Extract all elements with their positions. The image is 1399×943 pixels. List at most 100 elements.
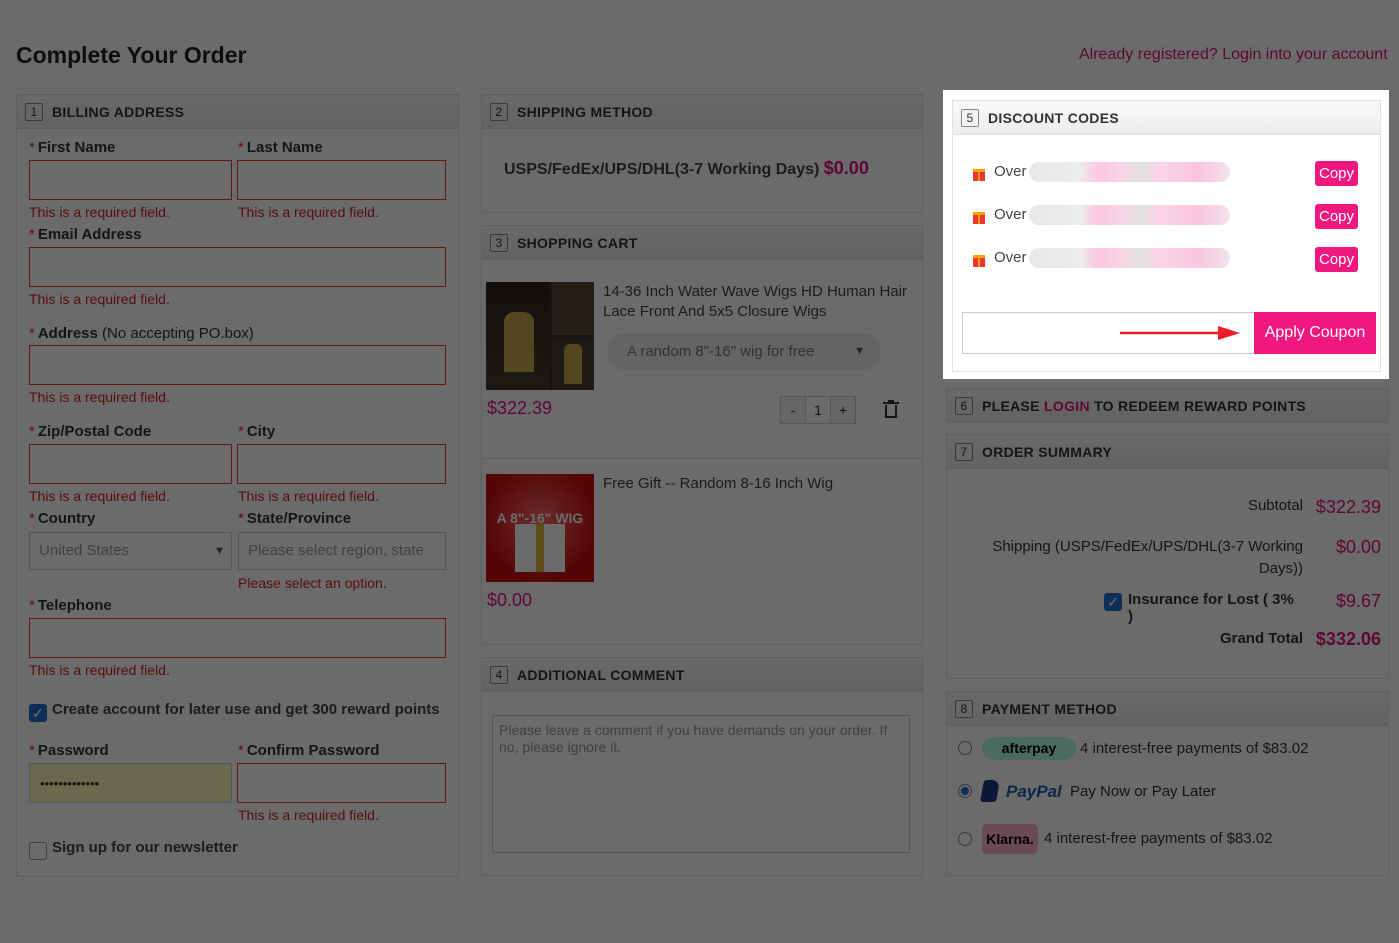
reward-section: 6 PLEASE LOGIN TO REDEEM REWARD POINTS bbox=[946, 388, 1389, 423]
newsletter-checkbox[interactable] bbox=[29, 842, 47, 860]
paypal-text: Pay Now or Pay Later bbox=[1070, 783, 1216, 800]
comment-header: 4 ADDITIONAL COMMENT bbox=[482, 658, 922, 692]
city-label: * City bbox=[238, 423, 276, 440]
last-name-input[interactable] bbox=[237, 160, 446, 200]
telephone-error: This is a required field. bbox=[29, 662, 170, 678]
create-account-label: Create account for later use and get 300… bbox=[52, 701, 440, 718]
gift-image-text: A 8"-16" WIG bbox=[496, 510, 584, 526]
divider bbox=[483, 458, 921, 459]
subtotal-label: Subtotal bbox=[1247, 497, 1303, 514]
coupon-code-redacted bbox=[1029, 162, 1230, 182]
gift-price: $0.00 bbox=[487, 590, 533, 610]
insurance-label: Insurance for Lost ( 3% ) bbox=[1128, 591, 1294, 625]
shipping-label: Shipping (USPS/FedEx/UPS/DHL(3-7 Working… bbox=[992, 538, 1303, 577]
cart-header: 3 SHOPPING CART bbox=[482, 226, 922, 260]
coupon-label: Over bbox=[994, 206, 1027, 223]
apply-coupon-button[interactable]: Apply Coupon bbox=[1254, 312, 1376, 354]
country-label: * Country bbox=[29, 510, 96, 527]
insurance-checkbox[interactable]: ✓ bbox=[1104, 593, 1122, 611]
grand-total-label: Grand Total bbox=[1219, 630, 1303, 647]
product-price: $322.39 bbox=[487, 398, 553, 418]
email-error: This is a required field. bbox=[29, 291, 170, 307]
state-select[interactable]: Please select region, state bbox=[238, 532, 446, 570]
qty-plus-button[interactable]: + bbox=[830, 396, 856, 424]
coupon-code-redacted bbox=[1029, 205, 1230, 225]
newsletter-label: Sign up for our newsletter bbox=[52, 839, 238, 856]
klarna-radio[interactable] bbox=[958, 832, 972, 846]
product-image[interactable] bbox=[486, 282, 594, 390]
qty-minus-button[interactable]: - bbox=[780, 396, 806, 424]
shipping-method-option[interactable]: USPS/FedEx/UPS/DHL(3-7 Working Days) $0.… bbox=[504, 158, 869, 179]
chevron-down-icon: ▼ bbox=[854, 345, 865, 357]
shipping-header: 2 SHIPPING METHOD bbox=[482, 95, 922, 129]
first-name-error: This is a required field. bbox=[29, 204, 170, 220]
discount-highlight: 5 DISCOUNT CODES Over Copy Over Copy Ove… bbox=[943, 90, 1389, 379]
city-input[interactable] bbox=[237, 444, 446, 484]
payment-header: 8 PAYMENT METHOD bbox=[947, 692, 1388, 726]
coupon-label: Over bbox=[994, 163, 1027, 180]
zip-input[interactable] bbox=[29, 444, 232, 484]
grand-total-value: $332.06 bbox=[1315, 629, 1381, 649]
last-name-label: * Last Name bbox=[238, 139, 323, 156]
coupon-code-redacted bbox=[1029, 248, 1230, 268]
summary-header: 7 ORDER SUMMARY bbox=[947, 435, 1388, 469]
country-select[interactable]: United States ▼ bbox=[29, 532, 232, 570]
create-account-checkbox[interactable]: ✓ bbox=[29, 704, 47, 722]
email-label: * Email Address bbox=[29, 226, 142, 243]
afterpay-text: 4 interest-free payments of $83.02 bbox=[1080, 740, 1309, 757]
chevron-down-icon: ▼ bbox=[214, 545, 225, 557]
comment-textarea[interactable]: Please leave a comment if you have deman… bbox=[492, 715, 910, 853]
qty-input[interactable]: 1 bbox=[805, 396, 831, 424]
zip-label: * Zip/Postal Code bbox=[29, 423, 152, 440]
gift-icon bbox=[973, 169, 985, 181]
confirm-password-error: This is a required field. bbox=[238, 807, 379, 823]
afterpay-radio[interactable] bbox=[958, 741, 972, 755]
coupon-label: Over bbox=[994, 249, 1027, 266]
red-arrow-icon bbox=[1120, 326, 1240, 340]
shipping-value: $0.00 bbox=[1335, 537, 1381, 557]
gift-image[interactable]: A 8"-16" WIG bbox=[486, 474, 594, 582]
address-label: * Address (No accepting PO.box) bbox=[29, 325, 254, 342]
shipping-section: 2 SHIPPING METHOD bbox=[481, 94, 923, 213]
insurance-value: $9.67 bbox=[1335, 591, 1381, 611]
state-label: * State/Province bbox=[238, 510, 352, 527]
login-link[interactable]: Already registered? Login into your acco… bbox=[1079, 46, 1388, 64]
address-input[interactable] bbox=[29, 345, 446, 385]
last-name-error: This is a required field. bbox=[238, 204, 379, 220]
discount-header: 5 DISCOUNT CODES bbox=[953, 101, 1380, 135]
klarna-text: 4 interest-free payments of $83.02 bbox=[1044, 830, 1273, 847]
password-label: * Password bbox=[29, 742, 109, 759]
zip-error: This is a required field. bbox=[29, 488, 170, 504]
subtotal-value: $322.39 bbox=[1315, 497, 1381, 517]
page-title: Complete Your Order bbox=[16, 42, 247, 68]
confirm-password-label: * Confirm Password bbox=[238, 742, 380, 759]
discount-section: 5 DISCOUNT CODES Over Copy Over Copy Ove… bbox=[952, 100, 1381, 372]
telephone-label: * Telephone bbox=[29, 597, 112, 614]
password-input[interactable]: ••••••••••••• bbox=[29, 763, 232, 803]
paypal-radio[interactable] bbox=[958, 784, 972, 798]
billing-heading: BILLING ADDRESS bbox=[52, 103, 185, 120]
gift-option-select[interactable]: A random 8"-16" wig for free ▼ bbox=[607, 333, 881, 370]
confirm-password-input[interactable] bbox=[237, 763, 446, 803]
telephone-input[interactable] bbox=[29, 618, 446, 658]
gift-icon bbox=[973, 255, 985, 267]
billing-header: 1 BILLING ADDRESS bbox=[17, 95, 458, 129]
address-error: This is a required field. bbox=[29, 389, 170, 405]
email-input[interactable] bbox=[29, 247, 446, 287]
product-name[interactable]: 14-36 Inch Water Wave Wigs HD Human Hair… bbox=[603, 282, 913, 322]
first-name-input[interactable] bbox=[29, 160, 232, 200]
checkout-page: Complete Your Order Already registered? … bbox=[0, 0, 1399, 943]
klarna-logo: Klarna. bbox=[982, 824, 1038, 854]
afterpay-logo: afterpay bbox=[982, 737, 1076, 760]
copy-button[interactable]: Copy bbox=[1315, 247, 1358, 272]
state-error: Please select an option. bbox=[238, 575, 387, 591]
reward-login-link[interactable]: LOGIN bbox=[1044, 398, 1090, 414]
copy-button[interactable]: Copy bbox=[1315, 161, 1358, 186]
gift-name[interactable]: Free Gift -- Random 8-16 Inch Wig bbox=[603, 475, 833, 492]
gift-icon bbox=[973, 212, 985, 224]
copy-button[interactable]: Copy bbox=[1315, 204, 1358, 229]
trash-icon[interactable] bbox=[883, 400, 899, 418]
reward-header: 6 PLEASE LOGIN TO REDEEM REWARD POINTS bbox=[947, 389, 1388, 423]
first-name-label: * First Name bbox=[29, 139, 116, 156]
step-number: 1 bbox=[25, 102, 43, 121]
